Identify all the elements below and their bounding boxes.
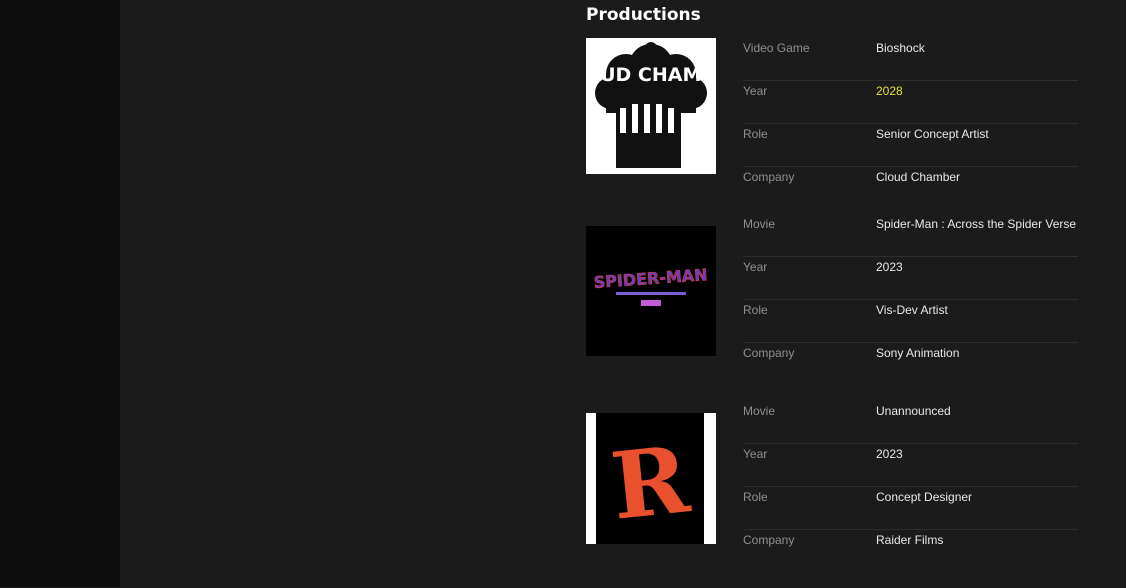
detail-row-year: Year 2023: [743, 257, 1078, 300]
cloud-chamber-logo-icon: CLOUD CHAMBER: [586, 42, 716, 168]
production-details: Movie Unannounced Year 2023 Role Concept…: [743, 401, 1078, 573]
year-label: Year: [743, 447, 768, 461]
year-value: 2023: [876, 447, 903, 461]
role-value: Concept Designer: [876, 490, 973, 504]
production-thumbnail-raider-films[interactable]: R: [586, 413, 716, 544]
detail-row-role: Role Senior Concept Artist: [743, 124, 1078, 167]
thumbnail-text: CLOUD CHAMBER: [586, 64, 716, 86]
detail-row-type: Movie Unannounced: [743, 401, 1078, 444]
raider-logo-icon: R: [586, 413, 716, 544]
section-title: Productions: [586, 5, 701, 25]
detail-row-role: Role Concept Designer: [743, 487, 1078, 530]
year-value: 2028: [876, 84, 903, 98]
year-label: Year: [743, 260, 768, 274]
production-details: Movie Spider-Man : Across the Spider Ver…: [743, 214, 1078, 386]
production-item: R Movie Unannounced Year 2023 Role Conce…: [586, 404, 1078, 588]
spider-man-logo-icon: SPIDER-MAN: [586, 226, 716, 356]
type-label: Movie: [743, 217, 776, 231]
company-label: Company: [743, 346, 795, 360]
company-value: Cloud Chamber: [876, 170, 961, 184]
production-thumbnail-spider-man[interactable]: SPIDER-MAN: [586, 226, 716, 356]
production-item: CLOUD CHAMBER Video Game Bioshock Year 2…: [586, 38, 1078, 213]
role-label: Role: [743, 127, 768, 141]
company-value: Raider Films: [876, 533, 944, 547]
role-value: Senior Concept Artist: [876, 127, 989, 141]
type-label: Video Game: [743, 41, 810, 55]
detail-row-company: Company Raider Films: [743, 530, 1078, 573]
production-title: Unannounced: [876, 404, 951, 418]
production-title: Bioshock: [876, 41, 925, 55]
company-value: Sony Animation: [876, 346, 960, 360]
detail-row-role: Role Vis-Dev Artist: [743, 300, 1078, 343]
raider-letter: R: [606, 425, 694, 540]
detail-row-year: Year 2023: [743, 444, 1078, 487]
detail-row-type: Movie Spider-Man : Across the Spider Ver…: [743, 214, 1078, 257]
year-value: 2023: [876, 260, 903, 274]
detail-row-company: Company Cloud Chamber: [743, 167, 1078, 210]
detail-row-type: Video Game Bioshock: [743, 38, 1078, 81]
left-rail: [0, 0, 120, 587]
company-label: Company: [743, 533, 795, 547]
type-label: Movie: [743, 404, 776, 418]
production-title: Spider-Man : Across the Spider Verse: [876, 217, 1077, 231]
production-item: SPIDER-MAN Movie Spider-Man : Across the…: [586, 217, 1078, 401]
production-thumbnail-cloud-chamber[interactable]: CLOUD CHAMBER: [586, 38, 716, 174]
production-details: Video Game Bioshock Year 2028 Role Senio…: [743, 38, 1078, 210]
role-value: Vis-Dev Artist: [876, 303, 948, 317]
role-label: Role: [743, 490, 768, 504]
company-label: Company: [743, 170, 795, 184]
year-label: Year: [743, 84, 768, 98]
detail-row-year: Year 2028: [743, 81, 1078, 124]
detail-row-company: Company Sony Animation: [743, 343, 1078, 386]
role-label: Role: [743, 303, 768, 317]
